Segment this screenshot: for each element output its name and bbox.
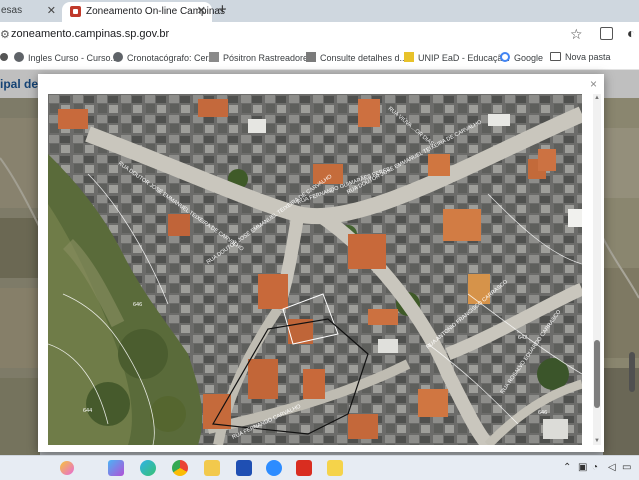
bookmark-item[interactable]: UNIP EaD - Educaçã... <box>404 52 510 63</box>
scroll-down-icon[interactable]: ▼ <box>593 437 601 445</box>
volume-icon[interactable]: ◁ <box>608 462 616 473</box>
globe-icon <box>113 52 123 62</box>
arrow-app-icon[interactable] <box>236 460 252 476</box>
folder-icon <box>550 52 561 61</box>
map-modal: × RUA DOUTOR JOSÉ EMMANUEL TEIXEIRA DE C… <box>38 74 604 452</box>
satellite-map[interactable]: RUA DOUTOR JOSÉ EMMANUEL TEIXEIRA DE CAR… <box>48 94 582 445</box>
google-icon <box>500 52 510 62</box>
file-explorer-icon[interactable] <box>204 460 220 476</box>
scroll-up-icon[interactable]: ▲ <box>593 94 601 102</box>
bookmark-item[interactable]: Ingles Curso - Curso... <box>14 52 118 63</box>
contour-label: 646 <box>133 302 142 308</box>
site-info-icon[interactable]: ⚙ <box>0 28 10 41</box>
bookmark-item[interactable]: Google <box>500 52 543 63</box>
close-icon[interactable]: ✕ <box>47 3 56 19</box>
extensions-icon[interactable] <box>600 27 613 40</box>
globe-icon <box>14 52 24 62</box>
site-favicon-icon <box>70 6 81 17</box>
bookmarks-bar: Ingles Curso - Curso... Cronotacógrafo: … <box>0 48 639 70</box>
url-field[interactable]: zoneamento.campinas.sp.gov.br <box>11 28 169 40</box>
bookmark-star-icon[interactable]: ☆ <box>570 26 583 43</box>
tab-zoneamento[interactable]: Zoneamento On-line Campinas ✕ <box>62 2 225 22</box>
doc-icon <box>306 52 316 62</box>
tab-previous-title: esas <box>1 5 23 16</box>
modal-scrollbar[interactable]: ▲ ▼ <box>593 94 601 445</box>
taskbar: ⌃ ▣ ◔ ◁ ▭ <box>0 455 639 480</box>
grid-icon <box>209 52 219 62</box>
close-icon[interactable]: ✕ <box>197 2 206 20</box>
contour-label: 642 <box>518 335 527 341</box>
profile-icon[interactable]: ◐ <box>627 25 635 41</box>
copilot-icon[interactable] <box>108 460 124 476</box>
tab-previous[interactable]: esas ✕ <box>0 3 58 22</box>
new-tab-button[interactable]: + <box>218 1 227 19</box>
pdf-reader-icon[interactable] <box>296 460 312 476</box>
contour-label: 646 <box>538 410 547 416</box>
tab-strip: esas ✕ Zoneamento On-line Campinas ✕ + <box>0 0 639 22</box>
network-icon[interactable]: ▣ <box>578 462 587 473</box>
bookmark-item[interactable]: Cronotacógrafo: Cer... <box>113 52 216 63</box>
unip-icon <box>404 52 414 62</box>
close-icon[interactable]: × <box>590 78 597 90</box>
globe-icon[interactable] <box>0 52 12 62</box>
edge-icon[interactable] <box>140 460 156 476</box>
zoom-icon[interactable] <box>266 460 282 476</box>
copilot-sparkle-icon[interactable] <box>60 461 74 475</box>
chevron-up-icon[interactable]: ⌃ <box>563 462 571 473</box>
photos-icon[interactable] <box>327 460 343 476</box>
battery-icon[interactable]: ▭ <box>622 462 631 473</box>
modal-scrollbar-thumb[interactable] <box>594 340 600 408</box>
bookmark-item[interactable]: Pósitron Rastreadores <box>209 52 313 63</box>
contour-label: 644 <box>83 408 92 414</box>
wifi-icon[interactable]: ◔ <box>592 462 598 473</box>
address-bar: ⚙ zoneamento.campinas.sp.gov.br ☆ ◐ <box>0 22 639 48</box>
chrome-icon[interactable] <box>172 460 188 476</box>
bookmark-item[interactable]: Consulte detalhes d... <box>306 52 407 63</box>
bookmark-item[interactable]: Nova pasta <box>550 52 611 62</box>
